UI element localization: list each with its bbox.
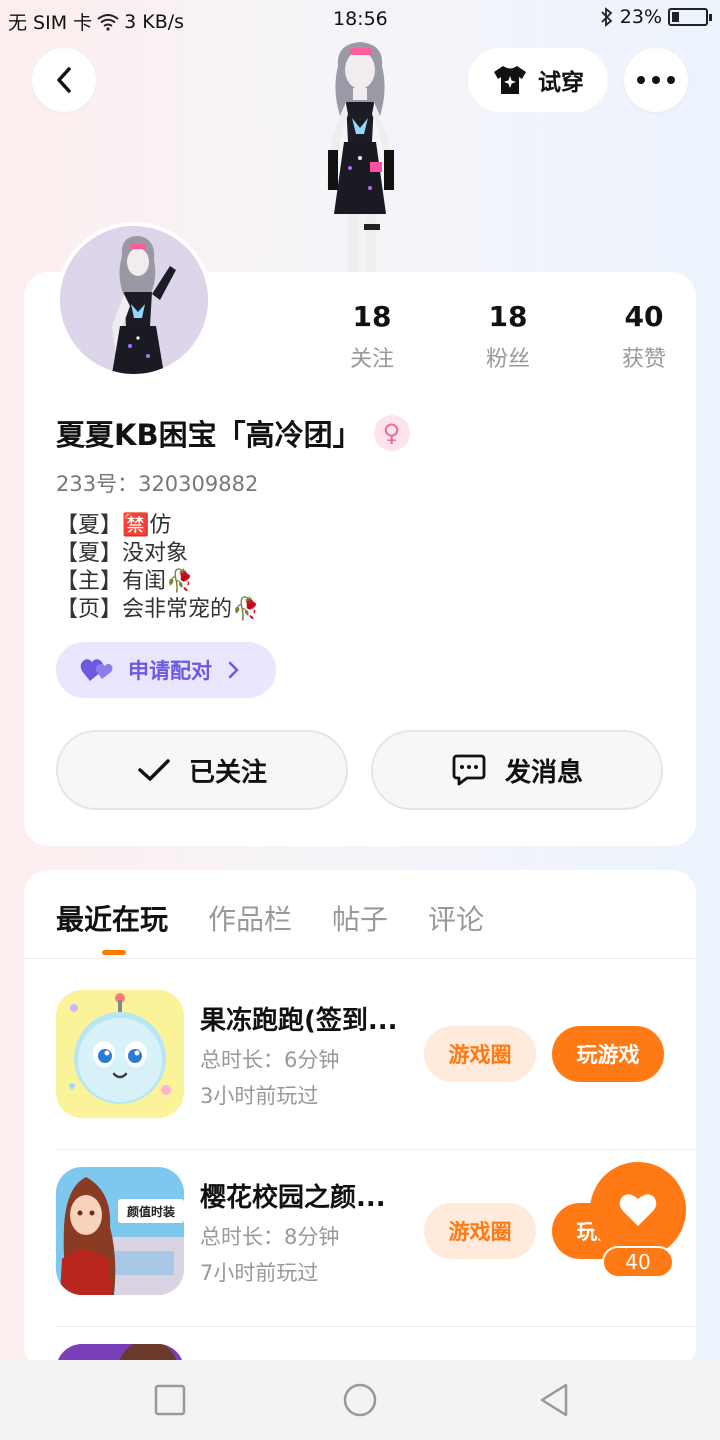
bio: 【夏】🈲仿 【夏】没对象 【主】有闺🥀 【页】会非常宠的🥀 bbox=[56, 512, 259, 624]
more-button[interactable] bbox=[624, 48, 688, 112]
network-speed: 3 KB/s bbox=[124, 10, 185, 33]
game-icon[interactable]: 颜值时装 bbox=[56, 1167, 184, 1295]
chevron-right-icon bbox=[228, 661, 239, 679]
last-played: 3小时前玩过 bbox=[200, 1084, 319, 1108]
user-name: 夏夏KB困宝「高冷团」 bbox=[56, 418, 362, 452]
send-message-button[interactable]: 发消息 bbox=[371, 730, 663, 810]
game-icon-text: 颜值时装 bbox=[126, 1205, 175, 1219]
following-label: 关注 bbox=[349, 347, 394, 372]
following-button[interactable]: 已关注 bbox=[56, 730, 348, 810]
play-game-button[interactable]: 玩游戏 bbox=[552, 1026, 664, 1082]
sakura-school-icon bbox=[56, 1167, 184, 1295]
navigation-bar bbox=[0, 1360, 720, 1440]
stat-fans[interactable]: 18 粉丝 bbox=[440, 300, 576, 373]
try-on-button[interactable]: 试穿 bbox=[468, 48, 608, 112]
wifi-icon bbox=[97, 13, 119, 31]
list-item[interactable]: 果冻跑跑(签到... 总时长：6分钟 3小时前玩过 游戏圈 玩游戏 bbox=[56, 974, 696, 1150]
back-button[interactable] bbox=[32, 48, 96, 112]
avatar-figure bbox=[326, 42, 396, 272]
name-row: 夏夏KB困宝「高冷团」 ♀ bbox=[56, 412, 410, 454]
chat-bubble-icon bbox=[452, 754, 486, 786]
tab-posts[interactable]: 帖子 bbox=[332, 898, 388, 938]
like-button[interactable] bbox=[590, 1162, 686, 1258]
following-count: 18 bbox=[352, 300, 392, 333]
clock: 18:56 bbox=[333, 8, 388, 30]
recent-apps-icon[interactable] bbox=[152, 1382, 188, 1418]
try-on-label: 试穿 bbox=[538, 70, 584, 96]
bio-line: 【页】会非常宠的🥀 bbox=[56, 597, 260, 622]
double-heart-icon bbox=[80, 659, 113, 681]
bio-line: 【主】有闺🥀 bbox=[56, 569, 194, 594]
game-title: 果冻跑跑(签到... bbox=[200, 1006, 398, 1036]
bio-line: 【夏】没对象 bbox=[56, 541, 189, 566]
play-duration: 总时长：6分钟 bbox=[200, 1048, 340, 1072]
fans-count: 18 bbox=[488, 300, 528, 333]
send-message-label: 发消息 bbox=[504, 757, 583, 788]
tab-comments[interactable]: 评论 bbox=[428, 898, 484, 938]
game-icon[interactable] bbox=[56, 990, 184, 1118]
female-icon: ♀ bbox=[373, 415, 410, 451]
tshirt-icon bbox=[494, 66, 526, 94]
request-pair-button[interactable]: 申请配对 bbox=[56, 642, 276, 698]
user-id: 233号：320309882 bbox=[56, 472, 259, 496]
following-button-label: 已关注 bbox=[188, 757, 267, 788]
stat-likes[interactable]: 40 获赞 bbox=[576, 300, 712, 373]
check-icon bbox=[138, 759, 170, 781]
more-dots-icon bbox=[637, 76, 675, 84]
avatar[interactable] bbox=[56, 222, 212, 378]
status-bar: 无 SIM 卡 3 KB/s 18:56 23% bbox=[0, 0, 720, 38]
tab-works[interactable]: 作品栏 bbox=[208, 898, 292, 938]
like-count: 40 bbox=[602, 1246, 674, 1278]
back-nav-icon[interactable] bbox=[536, 1382, 572, 1418]
game-circle-button[interactable]: 游戏圈 bbox=[424, 1026, 536, 1082]
game-title: 樱花校园之颜... bbox=[200, 1183, 386, 1213]
battery-percent: 23% bbox=[619, 6, 662, 28]
tab-recently-playing[interactable]: 最近在玩 bbox=[56, 898, 168, 955]
tab-bar: 最近在玩 作品栏 帖子 评论 bbox=[56, 898, 484, 955]
play-duration: 总时长：8分钟 bbox=[200, 1225, 340, 1249]
likes-count: 40 bbox=[624, 300, 664, 333]
pair-label: 申请配对 bbox=[128, 659, 212, 683]
carrier-text: 无 SIM 卡 bbox=[8, 12, 93, 34]
likes-label: 获赞 bbox=[621, 347, 666, 372]
home-icon[interactable] bbox=[342, 1382, 378, 1418]
game-card: 最近在玩 作品栏 帖子 评论 果冻跑跑(签到... 总时长：6分钟 3小时前玩过… bbox=[24, 870, 696, 1370]
bio-line: 【夏】🈲仿 bbox=[56, 513, 172, 538]
battery-icon bbox=[668, 8, 712, 26]
jelly-run-icon bbox=[56, 990, 184, 1118]
divider bbox=[24, 958, 696, 959]
last-played: 7小时前玩过 bbox=[200, 1261, 319, 1285]
bluetooth-icon bbox=[601, 7, 613, 27]
stat-following[interactable]: 18 关注 bbox=[304, 300, 440, 373]
stats-row: 18 关注 18 粉丝 40 获赞 bbox=[304, 300, 712, 373]
game-circle-button[interactable]: 游戏圈 bbox=[424, 1203, 536, 1259]
avatar-image bbox=[60, 226, 208, 374]
fans-label: 粉丝 bbox=[485, 347, 530, 372]
back-arrow-icon bbox=[57, 67, 71, 93]
heart-icon bbox=[619, 1194, 657, 1226]
